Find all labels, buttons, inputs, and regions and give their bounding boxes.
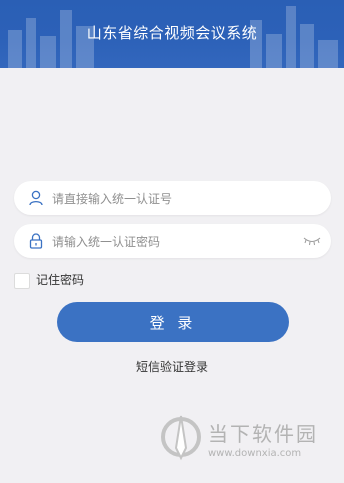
watermark-name: 当下软件园 <box>208 422 318 446</box>
app-header: 山东省综合视频会议系统 <box>0 0 344 68</box>
lock-icon <box>29 233 43 249</box>
watermark-logo-icon <box>161 415 201 461</box>
eye-closed-icon[interactable] <box>303 236 321 246</box>
password-field[interactable] <box>14 224 331 258</box>
remember-password-checkbox[interactable] <box>14 273 30 289</box>
watermark: 当下软件园 www.downxia.com <box>160 412 340 468</box>
user-icon <box>29 190 43 206</box>
login-button[interactable]: 登 录 <box>57 302 289 342</box>
sms-login-link[interactable]: 短信验证登录 <box>0 358 344 375</box>
page-title: 山东省综合视频会议系统 <box>86 24 258 42</box>
watermark-url: www.downxia.com <box>208 448 302 459</box>
username-field[interactable] <box>14 181 331 215</box>
remember-password-label[interactable]: 记住密码 <box>36 273 84 288</box>
username-input[interactable] <box>50 187 304 211</box>
password-input[interactable] <box>50 230 304 254</box>
